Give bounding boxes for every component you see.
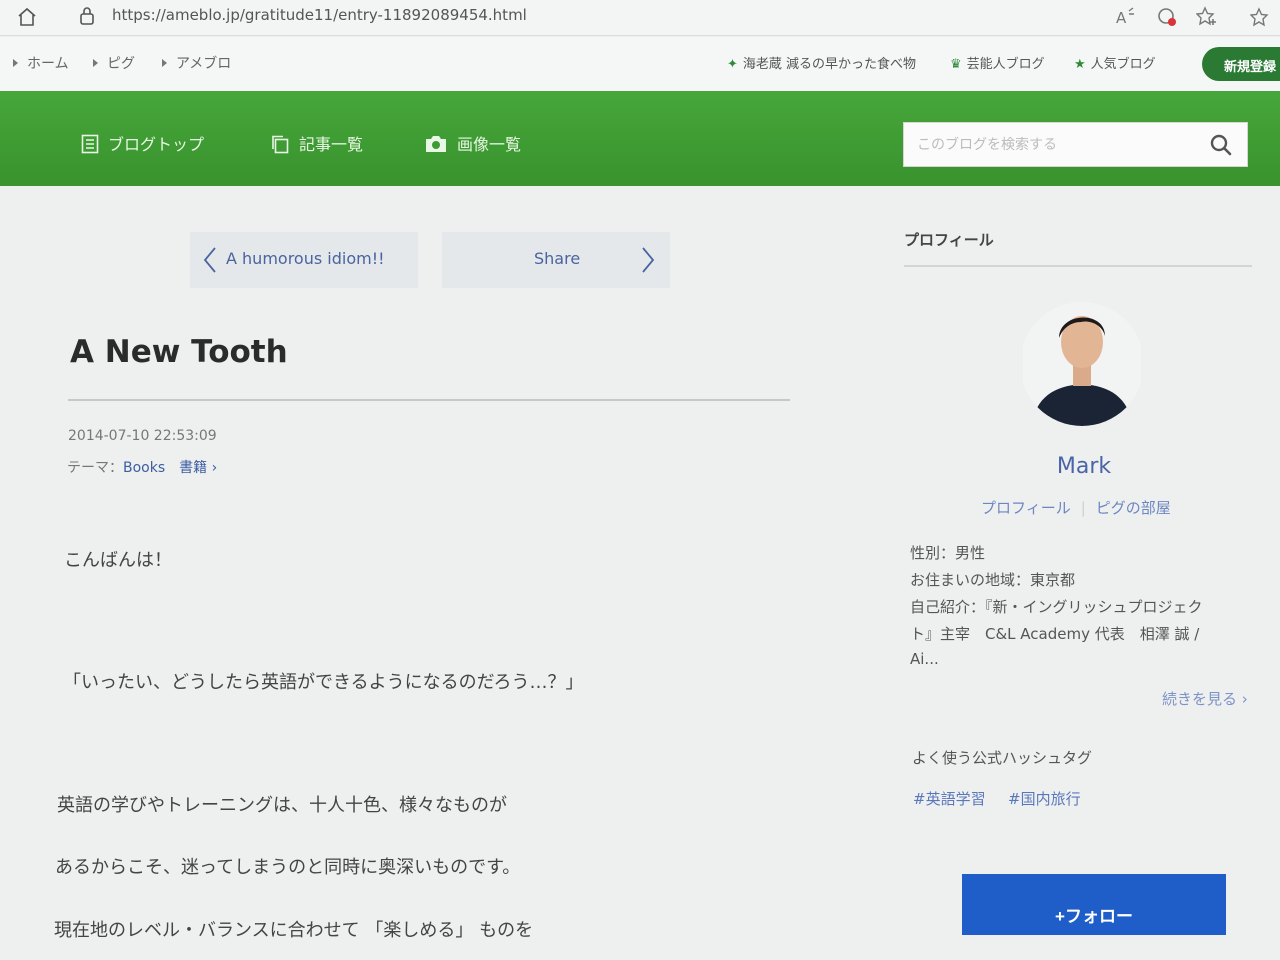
profile-gender: 性別：男性 [910, 544, 986, 562]
profile-links: プロフィール | ピグの部屋 [981, 497, 1171, 518]
read-more-link[interactable]: 続きを見る › [1162, 688, 1248, 709]
crown-icon: ♛ [950, 57, 962, 72]
triangle-right-icon [162, 59, 167, 67]
entry-theme: テーマ：Books 書籍 › [67, 460, 218, 476]
triangle-right-icon [13, 59, 18, 67]
hashtag-domestic-travel[interactable]: #国内旅行 [1008, 788, 1081, 809]
home-icon[interactable] [16, 6, 38, 28]
profile-intro-line: 自己紹介：『新・イングリッシュプロジェク [910, 598, 1203, 616]
profile-intro-line: Ai... [910, 650, 939, 668]
copy-icon [272, 135, 289, 154]
profile-divider [904, 265, 1252, 267]
breadcrumb-home[interactable]: ホーム [13, 53, 69, 73]
blog-search-box [903, 122, 1248, 167]
chevron-left-icon [203, 247, 216, 273]
document-icon [81, 134, 99, 154]
lock-icon[interactable] [78, 6, 96, 26]
signup-button[interactable]: 新規登録 [1202, 47, 1280, 81]
next-entry-button[interactable]: Share [442, 232, 670, 288]
favorite-icon[interactable] [1196, 6, 1218, 28]
url-field[interactable]: https://ameblo.jp/gratitude11/entry-1189… [112, 6, 527, 24]
breadcrumb-pigg[interactable]: ピグ [93, 53, 135, 73]
browser-address-bar: https://ameblo.jp/gratitude11/entry-1189… [0, 0, 1280, 36]
ameba-top-nav: ホーム ピグ アメブロ ✦ 海老蔵 減るの早かった食べ物 ♛ 芸能人ブログ ★ 人気ブ… [0, 37, 1280, 91]
profile-name[interactable]: Mark [1040, 454, 1128, 479]
entry-title: A New Tooth [70, 334, 288, 370]
search-icon[interactable] [1209, 133, 1233, 157]
celebrity-blog-link[interactable]: ♛ 芸能人ブログ [950, 53, 1045, 72]
collections-icon[interactable] [1250, 6, 1272, 28]
nav-image-list[interactable]: 画像一覧 [424, 131, 521, 155]
triangle-right-icon [93, 59, 98, 67]
blog-header: ブログトップ 記事一覧 画像一覧 [0, 91, 1280, 186]
trending-topic-link[interactable]: ✦ 海老蔵 減るの早かった食べ物 [727, 53, 916, 72]
entry-paragraph: あるからこそ、迷ってしまうのと同時に奥深いものです。 [55, 857, 521, 878]
profile-link[interactable]: プロフィール [981, 499, 1071, 517]
chevron-right-icon: › [207, 460, 218, 476]
entry-paragraph: 「いったい、どうしたら英語ができるようになるのだろう…？」 [63, 672, 584, 693]
entry-paragraph: 英語の学びやトレーニングは、十人十色、様々なものが [57, 795, 507, 816]
nav-blog-top[interactable]: ブログトップ [81, 131, 204, 155]
profile-location: お住まいの地域：東京都 [910, 571, 1076, 589]
entry-paragraph: 現在地のレベル・バランスに合わせて 「楽しめる」 ものを [54, 920, 534, 941]
star-icon: ★ [1074, 57, 1086, 72]
entry-paragraph: こんばんは！ [64, 550, 172, 571]
profile-intro-line: ト』主宰 C&L Academy 代表 相澤 誠 / [910, 625, 1200, 643]
svg-text:A: A [1116, 9, 1127, 27]
popular-blog-link[interactable]: ★ 人気ブログ [1074, 53, 1156, 72]
chevron-right-icon: › [1237, 690, 1248, 708]
profile-heading: プロフィール [904, 231, 994, 249]
entry-date: 2014-07-10 22:53:09 [68, 428, 217, 444]
link-separator: | [1080, 499, 1086, 517]
blog-search-input[interactable] [904, 123, 1194, 166]
prev-entry-button[interactable]: A humorous idiom!! [190, 232, 418, 288]
follow-button[interactable]: +フォロー [962, 874, 1226, 935]
theme-link[interactable]: Books 書籍 [123, 460, 207, 476]
breadcrumb-ameblo[interactable]: アメブロ [162, 53, 231, 73]
title-divider [68, 399, 790, 401]
read-aloud-icon[interactable]: A [1114, 6, 1136, 28]
hashtag-english-study[interactable]: #英語学習 [913, 788, 986, 809]
avatar[interactable] [1023, 298, 1141, 428]
pigg-room-link[interactable]: ピグの部屋 [1096, 499, 1171, 517]
camera-icon [426, 136, 446, 152]
chevron-right-icon [642, 247, 655, 273]
sparkle-icon: ✦ [727, 57, 738, 72]
extension-icon[interactable] [1156, 6, 1178, 28]
hashtag-heading: よく使う公式ハッシュタグ [912, 749, 1093, 767]
nav-entry-list[interactable]: 記事一覧 [270, 131, 363, 155]
